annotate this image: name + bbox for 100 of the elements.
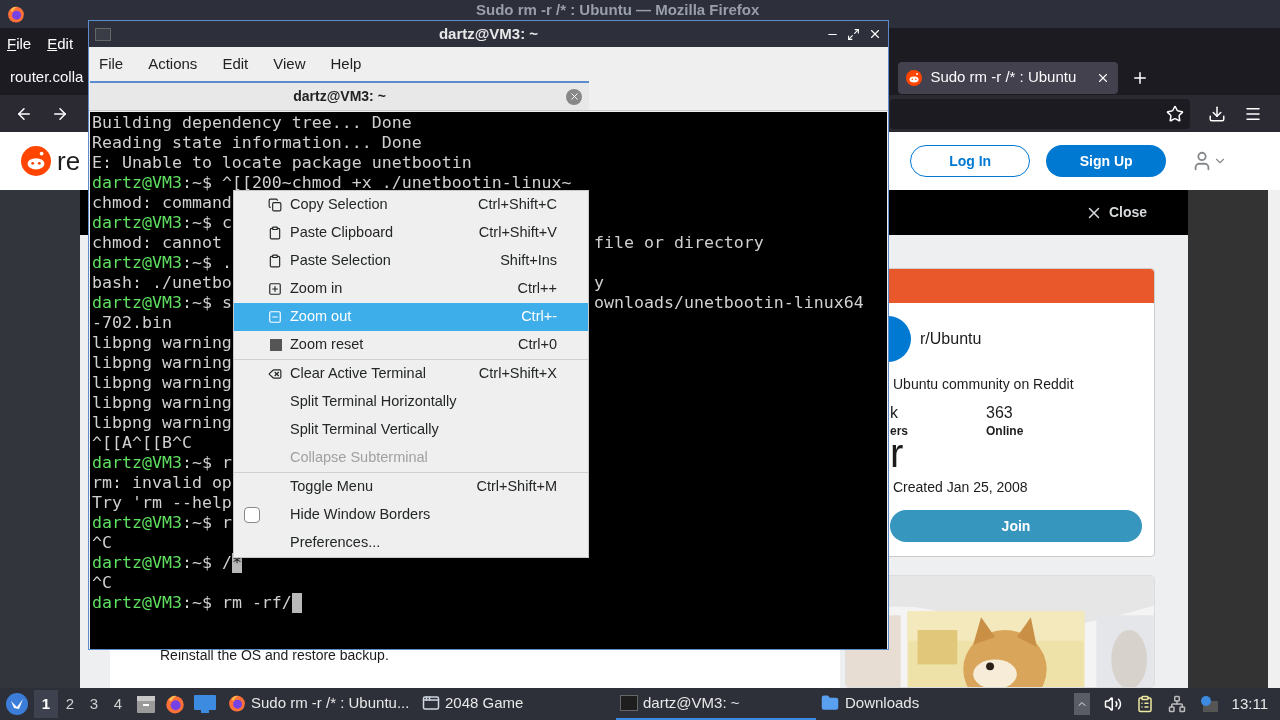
window-title: dartz@VM3: ~ xyxy=(437,23,540,44)
close-icon[interactable] xyxy=(868,27,882,41)
terminal-icon xyxy=(620,695,638,711)
menu-item[interactable]: Split Terminal Vertically xyxy=(234,416,588,444)
maximize-icon[interactable] xyxy=(847,27,860,41)
app-window-icon xyxy=(422,694,440,712)
shortcut: Ctrl+0 xyxy=(517,335,557,355)
shortcut: Ctrl+Shift+C xyxy=(478,195,557,215)
menu-item[interactable]: Paste Clipboard Ctrl+Shift+V xyxy=(234,219,588,247)
stat-value: 363 xyxy=(986,403,1014,423)
close-tab-icon[interactable] xyxy=(566,88,582,105)
shortcut: Shift+Ins xyxy=(500,251,557,271)
menu-item[interactable]: File xyxy=(7,32,32,56)
terminal-line: dartz@VM3:~$ r xyxy=(92,453,232,473)
menu-item[interactable]: Zoom reset Ctrl+0 xyxy=(234,331,588,359)
checkbox[interactable] xyxy=(244,507,260,523)
menu-item[interactable]: Paste Selection Shift+Ins xyxy=(234,247,588,275)
workspace-button[interactable]: 3 xyxy=(82,690,106,718)
menu-item-icon xyxy=(268,254,282,268)
terminal-line: chmod: cannot xyxy=(92,233,222,253)
menu-item[interactable]: Help xyxy=(330,52,362,76)
shortcut: Ctrl+- xyxy=(521,307,557,327)
terminal-line: Try 'rm --help xyxy=(92,493,232,513)
terminal-tab[interactable]: dartz@VM3: ~ xyxy=(90,81,589,110)
community-description: Ubuntu community on Reddit xyxy=(893,375,1075,394)
shortcut: Ctrl+Shift+V xyxy=(478,223,557,243)
terminal-line: ownloads/unetbootin-linux64 xyxy=(594,293,864,313)
browser-tab[interactable]: router.colla xyxy=(0,61,84,94)
firefox-icon xyxy=(165,694,185,714)
terminal-line: dartz@VM3:~$ . xyxy=(92,253,232,273)
zoom-reset-icon xyxy=(270,339,282,351)
workspace-button[interactable]: 2 xyxy=(58,690,82,718)
folder-icon xyxy=(820,694,840,712)
terminal-line: dartz@VM3:~$ ^[[200~chmod +x ./unetbootin-linux~ xyxy=(92,173,572,193)
post-text: Reinstall the OS and restore backup. xyxy=(160,646,390,665)
notification-icon[interactable] xyxy=(1199,695,1218,713)
stat-label: Online xyxy=(986,423,1024,439)
window-icon[interactable] xyxy=(194,695,216,713)
menu-item[interactable]: Clear Active Terminal Ctrl+Shift+X xyxy=(234,360,588,388)
reddit-logo-icon xyxy=(21,146,51,176)
tray-expand-icon[interactable] xyxy=(1073,693,1090,715)
community-name: r/Ubuntu xyxy=(920,329,982,349)
terminal-line: libpng warning xyxy=(92,373,232,393)
terminal-line: rm: invalid op xyxy=(92,473,232,493)
taskbar-task[interactable]: dartz@VM3: ~ xyxy=(616,688,816,720)
terminal-line: dartz@VM3:~$ c xyxy=(92,213,232,233)
terminal-line: bash: ./unetbo xyxy=(92,273,232,293)
menu-item-icon xyxy=(268,198,282,212)
terminal-line: Building dependency tree... Done xyxy=(92,113,412,133)
reddit-logo-icon xyxy=(906,69,923,86)
terminal-line: Reading state information... Done xyxy=(92,133,422,153)
start-menu-icon[interactable] xyxy=(6,693,28,715)
menu-item-icon xyxy=(268,282,282,296)
clock: 13:11 xyxy=(1231,693,1268,714)
menu-item[interactable]: Edit xyxy=(47,32,74,56)
menu-item[interactable]: Zoom in Ctrl++ xyxy=(234,275,588,303)
terminal-line: libpng warning xyxy=(92,413,232,433)
taskbar-task[interactable]: 2048 Game xyxy=(418,688,616,720)
terminal-line: y xyxy=(594,273,604,293)
menu-item[interactable]: Edit xyxy=(222,52,249,76)
terminal-line: E: Unable to locate package unetbootin xyxy=(92,153,472,173)
reddit-wordmark: re xyxy=(57,144,81,178)
menu-item[interactable]: View xyxy=(273,52,306,76)
shortcut: Ctrl++ xyxy=(517,279,557,299)
terminal-line: dartz@VM3:~$ rm -rf/ xyxy=(92,593,292,613)
browser-tab[interactable]: Sudo rm -r /* : Ubuntu xyxy=(898,61,1119,94)
shortcut: Ctrl+Shift+X xyxy=(478,364,557,384)
taskbar-task[interactable]: Sudo rm -r /* : Ubuntu... xyxy=(224,688,418,720)
terminal-line: libpng warning xyxy=(92,353,232,373)
terminal-icon xyxy=(95,27,111,41)
terminal-line: libpng warning xyxy=(92,333,232,353)
taskbar-task[interactable]: Downloads xyxy=(816,688,1014,720)
workspace-button[interactable]: 1 xyxy=(34,690,58,718)
signup-button[interactable]: Sign Up xyxy=(1046,145,1167,177)
bookmark-star-icon[interactable] xyxy=(1166,104,1184,123)
clipboard-icon[interactable] xyxy=(1135,694,1154,714)
terminal-line: ^C xyxy=(92,533,112,553)
menu-item[interactable]: File xyxy=(99,52,124,76)
menu-item-icon xyxy=(268,367,282,381)
created-date: Created Jan 25, 2008 xyxy=(893,478,1029,497)
firefox-icon xyxy=(7,5,25,23)
terminal-line: dartz@VM3:~$ s xyxy=(92,293,232,313)
menu-item[interactable]: Hide Window Borders xyxy=(234,501,588,529)
terminal-line: dartz@VM3:~$ r xyxy=(92,513,232,533)
terminal-line: ^[[A^[[B^C xyxy=(92,433,192,453)
menu-item[interactable]: Toggle Menu Ctrl+Shift+M xyxy=(234,473,588,501)
download-icon[interactable] xyxy=(1208,104,1226,123)
close-button[interactable]: Close xyxy=(1084,202,1147,223)
workspace-button[interactable]: 4 xyxy=(106,690,130,718)
menu-item[interactable]: Split Terminal Horizontally xyxy=(234,388,588,416)
network-icon[interactable] xyxy=(1167,695,1186,713)
volume-icon[interactable] xyxy=(1103,695,1122,713)
terminal-line: file or directory xyxy=(594,233,764,253)
menu-item[interactable]: Copy Selection Ctrl+Shift+C xyxy=(234,191,588,219)
menu-item[interactable]: Actions xyxy=(148,52,198,76)
terminal-line: ^C xyxy=(92,573,112,593)
file-cabinet-icon[interactable] xyxy=(136,694,156,714)
menu-item-icon xyxy=(268,310,282,324)
scrollbar[interactable] xyxy=(1268,190,1280,688)
terminal-line: chmod: command xyxy=(92,193,232,213)
